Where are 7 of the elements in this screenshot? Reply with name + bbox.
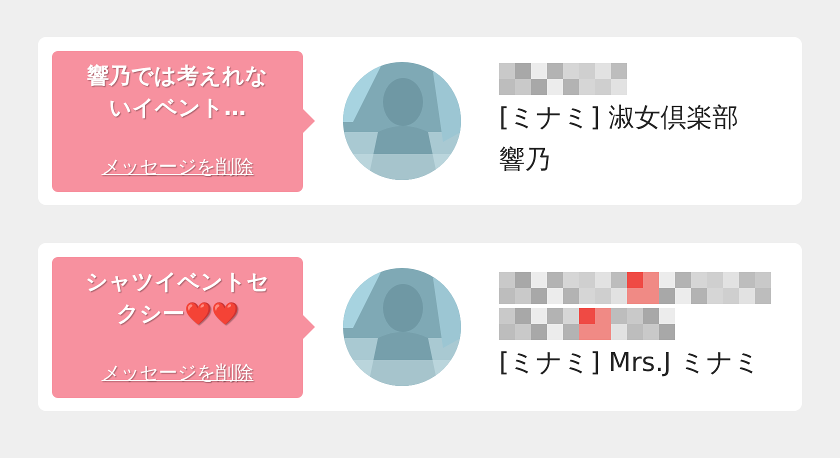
message-preview: シャツイベントセクシー❤❤ xyxy=(84,268,270,328)
message-preview: 響乃では考えれないイベント… xyxy=(86,62,269,122)
sender-name: [ミナミ] Mrs.J ミナミ xyxy=(499,347,762,380)
sender-name: 響乃 xyxy=(499,144,552,177)
delete-message-link[interactable]: メッセージを削除 xyxy=(102,359,254,388)
sender-name: [ミナミ] 淑女倶楽部 xyxy=(499,102,739,135)
delete-message-link[interactable]: メッセージを削除 xyxy=(102,153,254,182)
